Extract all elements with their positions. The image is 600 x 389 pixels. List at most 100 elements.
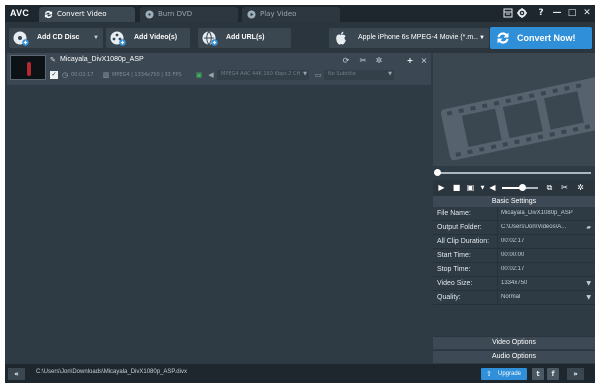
refresh-icon[interactable]: ⟳ <box>341 56 351 66</box>
tab-play-video[interactable]: Play Video <box>242 7 340 22</box>
clock-icon: ◷ <box>61 71 69 79</box>
file-list-item[interactable]: ✎ Micayala_DivX1080p_ASP ⟳ ✂ ✲ + × ✓ ◷ 0… <box>7 53 431 85</box>
file-duration: 00:02:17 <box>71 72 94 78</box>
effects-icon[interactable]: ✲ <box>374 56 384 66</box>
minimize-icon[interactable]: — <box>551 7 563 19</box>
collapse-left-button[interactable]: « <box>8 368 25 380</box>
file-checkbox[interactable]: ✓ <box>50 71 58 79</box>
disc-icon <box>145 10 154 19</box>
player-controls: ▶ ■ ▣ ▼ ◀ ⧉ ✂ ✲ <box>433 180 595 196</box>
folder-icon[interactable]: ▰ <box>586 224 591 231</box>
effects-icon[interactable]: ✲ <box>575 182 586 194</box>
file-video-info: MPEG4 | 1334x750 | 33 FPS <box>112 72 182 78</box>
file-name: Micayala_DivX1080p_ASP <box>60 56 144 63</box>
film-add-icon <box>110 31 126 46</box>
output-path: C:\Users\Jon\Downloads\Micayala_DivX1080… <box>36 369 187 375</box>
setting-output-folder[interactable]: Output Folder: C:\Users\Jon\Videos\A... … <box>433 221 595 235</box>
status-bar: « C:\Users\Jon\Downloads\Micayala_DivX10… <box>5 364 595 383</box>
edit-icon[interactable]: ✎ <box>50 56 56 64</box>
film-strip-placeholder <box>440 75 595 161</box>
close-icon[interactable]: ✕ <box>581 7 593 19</box>
volume-handle[interactable] <box>518 184 526 191</box>
globe-add-icon <box>202 31 218 46</box>
tab-label: Convert Video <box>57 10 107 18</box>
apple-icon <box>336 31 346 45</box>
detach-window-icon[interactable]: ⧉ <box>544 182 555 194</box>
snapshot-icon[interactable]: ▣ <box>465 182 476 194</box>
setting-value[interactable]: Normal <box>501 294 520 300</box>
convert-now-button[interactable]: Convert Now! <box>490 27 592 49</box>
add-cd-disc-button[interactable]: Add CD Disc ▼ <box>9 28 103 48</box>
convert-icon <box>497 32 509 44</box>
setting-label: Quality: <box>437 294 461 301</box>
setting-value[interactable]: 00:00:00 <box>501 252 524 258</box>
setting-label: All Clip Duration: <box>437 238 490 245</box>
play-icon[interactable]: ▶ <box>436 182 447 194</box>
facebook-icon[interactable]: f <box>547 368 559 380</box>
basic-settings-panel: Basic Settings File Name: Micayala_DivX1… <box>433 196 595 336</box>
upgrade-button[interactable]: ⇧ Upgrade <box>481 368 527 380</box>
convert-now-label: Convert Now! <box>517 33 576 43</box>
help-icon[interactable]: ? <box>535 7 547 19</box>
twitter-icon[interactable]: t <box>532 368 544 380</box>
file-list: ✎ Micayala_DivX1080p_ASP ⟳ ✂ ✲ + × ✓ ◷ 0… <box>5 53 433 364</box>
expand-right-button[interactable]: » <box>567 368 584 380</box>
speaker-icon: ◀ <box>208 71 214 79</box>
setting-label: File Name: <box>437 210 471 217</box>
tab-burn-dvd[interactable]: Burn DVD <box>140 7 238 22</box>
setting-value: 00:02:17 <box>501 238 525 244</box>
film-icon: ▥ <box>102 71 110 79</box>
setting-value[interactable]: C:\Users\Jon\Videos\A... <box>501 224 581 230</box>
chevron-down-icon: ▼ <box>303 71 307 77</box>
play-icon <box>247 10 256 19</box>
output-profile-select[interactable]: Apple iPhone 6s MPEG-4 Movie (*.m... ▼ <box>329 28 489 48</box>
audio-track-value: MPEG4 AAC 44K 160 Kbps 2 CH <box>221 71 301 77</box>
cut-icon[interactable]: ✂ <box>559 182 570 194</box>
stop-icon[interactable]: ■ <box>451 182 462 194</box>
setting-file-name[interactable]: File Name: Micayala_DivX1080p_ASP <box>433 207 595 221</box>
tab-convert-video[interactable]: Convert Video <box>39 7 135 22</box>
upgrade-icon: ⇧ <box>486 371 492 378</box>
setting-label: Output Folder: <box>437 224 482 231</box>
video-options-header[interactable]: Video Options <box>433 336 595 349</box>
subtitle-select[interactable]: No Subtitle ▼ <box>324 70 394 80</box>
setting-all-clip-duration: All Clip Duration: 00:02:17 <box>433 235 595 249</box>
audio-track-select[interactable]: MPEG4 AAC 44K 160 Kbps 2 CH ▼ <box>217 70 309 80</box>
gear-icon[interactable] <box>516 7 528 19</box>
title-bar: AVC Convert Video Burn DVD Play Video ? … <box>5 5 595 22</box>
add-videos-button[interactable]: Add Video(s) <box>106 28 190 48</box>
cd-add-icon <box>13 31 29 46</box>
close-icon[interactable]: × <box>419 56 429 66</box>
chevron-down-icon: ▼ <box>388 71 392 77</box>
setting-value[interactable]: 00:02:17 <box>501 266 524 272</box>
chevron-down-icon[interactable]: ▼ <box>586 294 591 301</box>
maximize-icon[interactable]: □ <box>566 7 578 19</box>
tab-label: Burn DVD <box>158 10 193 18</box>
setting-stop-time[interactable]: Stop Time: 00:02:17 <box>433 263 595 277</box>
cut-icon[interactable]: ✂ <box>358 56 368 66</box>
setting-label: Stop Time: <box>437 266 471 273</box>
add-urls-button[interactable]: Add URL(s) <box>198 28 291 48</box>
convert-icon <box>44 10 53 19</box>
add-urls-label: Add URL(s) <box>226 34 265 41</box>
setting-start-time[interactable]: Start Time: 00:00:00 <box>433 249 595 263</box>
volume-slider[interactable] <box>502 184 538 191</box>
chevron-down-icon[interactable]: ▼ <box>586 280 591 287</box>
add-icon[interactable]: + <box>405 56 415 66</box>
subtitle-value: No Subtitle <box>328 71 356 77</box>
video-thumbnail <box>10 55 46 80</box>
setting-label: Start Time: <box>437 252 471 259</box>
skin-icon[interactable] <box>502 7 514 19</box>
chevron-down-icon[interactable]: ▼ <box>93 28 99 48</box>
setting-quality[interactable]: Quality: Normal ▼ <box>433 291 595 305</box>
setting-value[interactable]: Micayala_DivX1080p_ASP <box>501 210 589 216</box>
audio-options-header[interactable]: Audio Options <box>433 350 595 363</box>
volume-icon[interactable]: ◀ <box>487 182 498 194</box>
setting-video-size[interactable]: Video Size: 1334x750 ▼ <box>433 277 595 291</box>
seek-handle[interactable] <box>434 169 441 176</box>
setting-label: Video Size: <box>437 280 473 287</box>
seek-track[interactable] <box>437 172 591 174</box>
setting-value[interactable]: 1334x750 <box>501 280 527 286</box>
basic-settings-header[interactable]: Basic Settings <box>433 196 595 207</box>
seek-bar[interactable] <box>433 166 595 180</box>
